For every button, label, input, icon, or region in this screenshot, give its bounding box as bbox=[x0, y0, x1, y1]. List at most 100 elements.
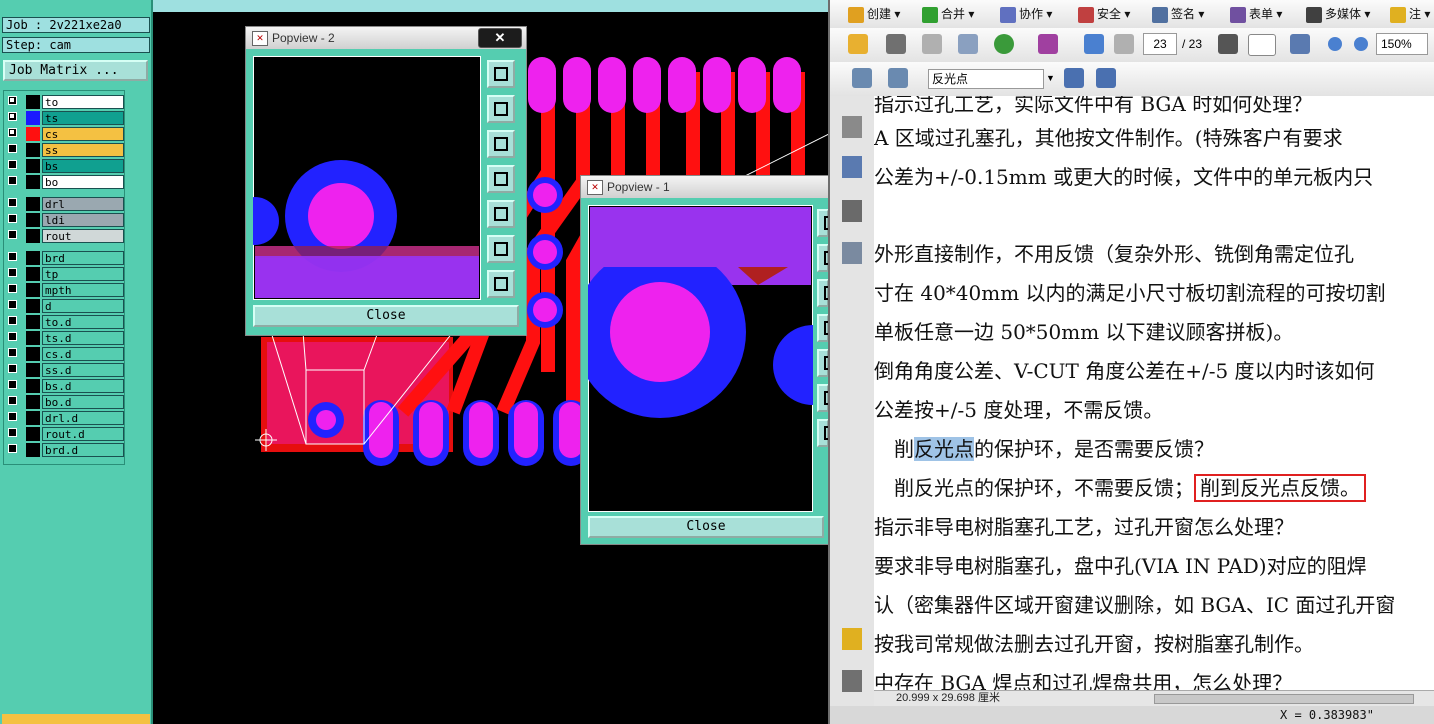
zoom-out-icon[interactable] bbox=[1328, 37, 1342, 51]
toolbar-menu-1[interactable]: 合并 ▾ bbox=[922, 3, 974, 25]
popview-1-close-button[interactable]: Close bbox=[588, 516, 824, 538]
layer-checkbox[interactable] bbox=[8, 198, 17, 207]
layer-row-bs[interactable]: bs bbox=[6, 159, 124, 173]
layer-name[interactable]: cs bbox=[42, 127, 124, 141]
layer-checkbox[interactable] bbox=[8, 316, 17, 325]
layer-color-swatch[interactable] bbox=[26, 95, 40, 109]
toolbar-menu-2[interactable]: 协作 ▾ bbox=[1000, 3, 1052, 25]
select-tool-icon[interactable] bbox=[1218, 34, 1238, 54]
layer-checkbox[interactable] bbox=[8, 128, 17, 137]
zoom-level-select[interactable]: 150% bbox=[1376, 33, 1428, 55]
layer-name[interactable]: bs bbox=[42, 159, 124, 173]
pages-icon[interactable] bbox=[842, 116, 862, 138]
layer-row-cs.d[interactable]: cs.d bbox=[6, 347, 124, 361]
layer-color-swatch[interactable] bbox=[26, 315, 40, 329]
layer-color-swatch[interactable] bbox=[26, 127, 40, 141]
layer-name[interactable]: brd.d bbox=[42, 443, 124, 457]
email-icon[interactable] bbox=[958, 34, 978, 54]
toolbar-menu-3[interactable]: 安全 ▾ bbox=[1078, 3, 1130, 25]
open-folder-icon[interactable] bbox=[848, 34, 868, 54]
layer-checkbox[interactable] bbox=[8, 348, 17, 357]
layer-row-to.d[interactable]: to.d bbox=[6, 315, 124, 329]
layer-row-rout[interactable]: rout bbox=[6, 229, 124, 243]
pan-up-icon[interactable] bbox=[487, 95, 515, 123]
toolbar-menu-7[interactable]: 注 ▾ bbox=[1390, 3, 1430, 25]
layer-checkbox[interactable] bbox=[8, 364, 17, 373]
bookmarks-icon[interactable] bbox=[842, 156, 862, 178]
layer-name[interactable]: ldi bbox=[42, 213, 124, 227]
layer-color-swatch[interactable] bbox=[26, 443, 40, 457]
layer-name[interactable]: ts bbox=[42, 111, 124, 125]
layer-name[interactable]: mpth bbox=[42, 283, 124, 297]
signatures-icon[interactable] bbox=[842, 242, 862, 264]
layer-color-swatch[interactable] bbox=[26, 213, 40, 227]
toolbar-menu-5[interactable]: 表单 ▾ bbox=[1230, 3, 1282, 25]
layer-checkbox[interactable] bbox=[8, 252, 17, 261]
layer-checkbox[interactable] bbox=[8, 332, 17, 341]
layer-name[interactable]: to bbox=[42, 95, 124, 109]
find-previous-icon[interactable] bbox=[1064, 68, 1084, 88]
zoom-in-icon[interactable] bbox=[487, 270, 515, 298]
layer-row-mpth[interactable]: mpth bbox=[6, 283, 124, 297]
zoom-tool-icon[interactable] bbox=[1290, 34, 1310, 54]
layer-row-rout.d[interactable]: rout.d bbox=[6, 427, 124, 441]
layer-row-bs.d[interactable]: bs.d bbox=[6, 379, 124, 393]
layer-row-to[interactable]: to bbox=[6, 95, 124, 109]
layer-name[interactable]: rout bbox=[42, 229, 124, 243]
zoom-out-icon[interactable] bbox=[487, 235, 515, 263]
layer-checkbox[interactable] bbox=[8, 412, 17, 421]
layer-name[interactable]: d bbox=[42, 299, 124, 313]
layer-color-swatch[interactable] bbox=[26, 331, 40, 345]
print-icon[interactable] bbox=[886, 34, 906, 54]
window-close-button[interactable]: ✕ bbox=[478, 28, 522, 48]
layer-name[interactable]: ss.d bbox=[42, 363, 124, 377]
sidebar-toggle-icon[interactable] bbox=[852, 68, 872, 88]
edit-icon[interactable] bbox=[1038, 34, 1058, 54]
layer-checkbox[interactable] bbox=[8, 214, 17, 223]
layer-row-brd.d[interactable]: brd.d bbox=[6, 443, 124, 457]
layer-name[interactable]: bo.d bbox=[42, 395, 124, 409]
layer-name[interactable]: drl.d bbox=[42, 411, 124, 425]
layer-row-drl.d[interactable]: drl.d bbox=[6, 411, 124, 425]
layer-checkbox[interactable] bbox=[8, 96, 17, 105]
layer-name[interactable]: to.d bbox=[42, 315, 124, 329]
layer-row-ts.d[interactable]: ts.d bbox=[6, 331, 124, 345]
layer-checkbox[interactable] bbox=[8, 160, 17, 169]
annotation-box[interactable]: 削到反光点反馈。 bbox=[1194, 474, 1366, 502]
pan-down-icon[interactable] bbox=[487, 130, 515, 158]
layer-row-ss.d[interactable]: ss.d bbox=[6, 363, 124, 377]
horizontal-scrollbar[interactable] bbox=[1154, 694, 1414, 704]
layer-checkbox[interactable] bbox=[8, 380, 17, 389]
layer-row-bo[interactable]: bo bbox=[6, 175, 124, 189]
layer-checkbox[interactable] bbox=[8, 396, 17, 405]
layer-row-cs[interactable]: cs bbox=[6, 127, 124, 141]
collaborate-icon[interactable] bbox=[994, 34, 1014, 54]
find-input[interactable]: 反光点 bbox=[928, 69, 1044, 89]
popview-1-view[interactable] bbox=[588, 205, 813, 512]
layer-color-swatch[interactable] bbox=[26, 395, 40, 409]
popview-2-titlebar[interactable]: ✕ Popview - 2 ✕ bbox=[246, 27, 526, 49]
layer-checkbox[interactable] bbox=[8, 144, 17, 153]
pan-left-icon[interactable] bbox=[487, 165, 515, 193]
layer-color-swatch[interactable] bbox=[26, 175, 40, 189]
find-next-icon[interactable] bbox=[1096, 68, 1116, 88]
layer-row-ts[interactable]: ts bbox=[6, 111, 124, 125]
layer-color-swatch[interactable] bbox=[26, 229, 40, 243]
layer-row-drl[interactable]: drl bbox=[6, 197, 124, 211]
hand-tool-icon[interactable] bbox=[1248, 34, 1276, 56]
layer-color-swatch[interactable] bbox=[26, 111, 40, 125]
layer-checkbox[interactable] bbox=[8, 230, 17, 239]
layer-color-swatch[interactable] bbox=[26, 283, 40, 297]
layer-color-swatch[interactable] bbox=[26, 363, 40, 377]
layer-name[interactable]: ts.d bbox=[42, 331, 124, 345]
layer-color-swatch[interactable] bbox=[26, 427, 40, 441]
layers-icon[interactable] bbox=[842, 200, 862, 222]
layer-color-swatch[interactable] bbox=[26, 159, 40, 173]
layer-checkbox[interactable] bbox=[8, 428, 17, 437]
layer-name[interactable]: ss bbox=[42, 143, 124, 157]
layer-name[interactable]: bo bbox=[42, 175, 124, 189]
layer-row-ss[interactable]: ss bbox=[6, 143, 124, 157]
toolbar-menu-0[interactable]: 创建 ▾ bbox=[848, 3, 900, 25]
layer-color-swatch[interactable] bbox=[26, 197, 40, 211]
layer-checkbox[interactable] bbox=[8, 268, 17, 277]
